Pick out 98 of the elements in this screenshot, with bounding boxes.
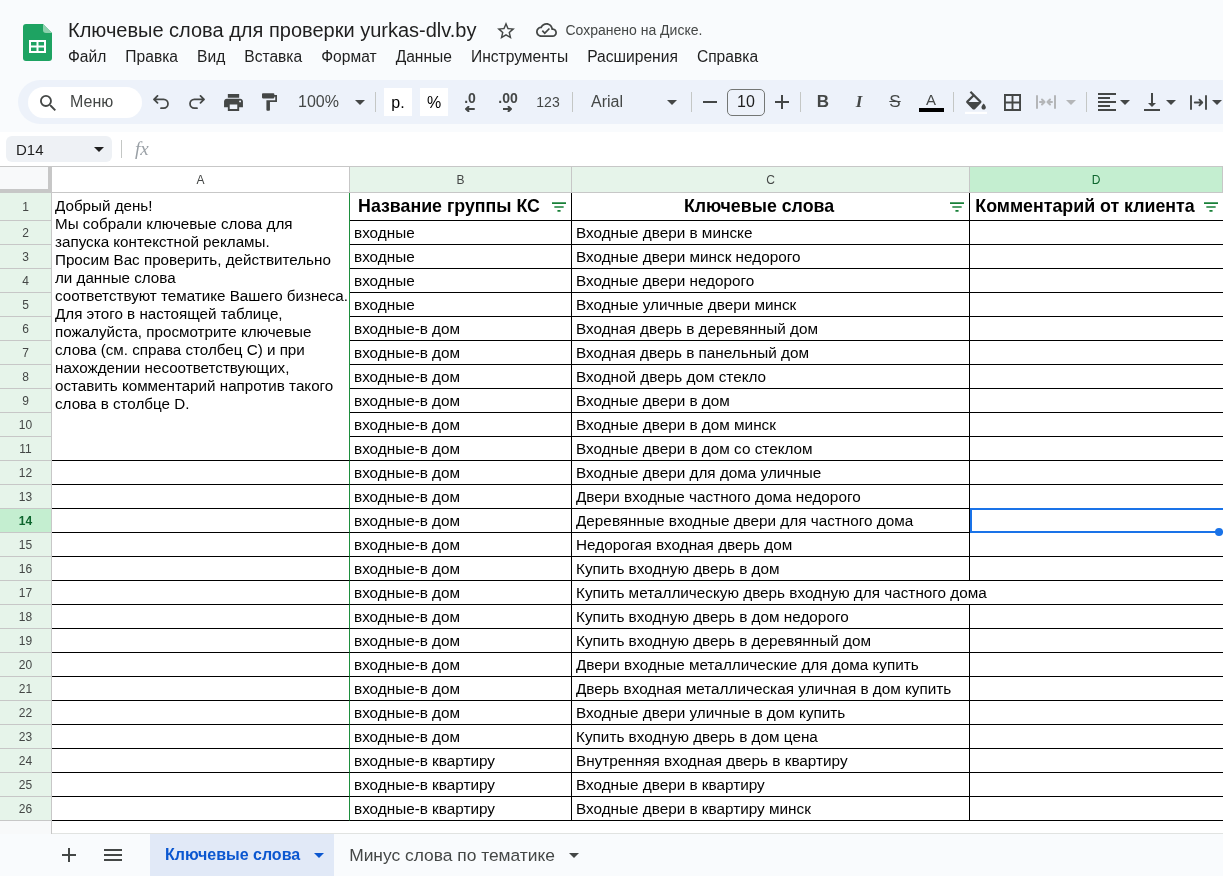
- grid-icon: [1003, 93, 1021, 111]
- filter-icon[interactable]: [552, 201, 566, 212]
- cloud-check-icon: [536, 23, 558, 37]
- caret-icon: [1212, 99, 1222, 105]
- menu-item[interactable]: Инструменты: [470, 48, 569, 66]
- menu-item[interactable]: Правка: [125, 48, 179, 66]
- minus-icon: [703, 101, 717, 103]
- selected-cell[interactable]: [970, 508, 1223, 533]
- fx-label: fx: [135, 138, 149, 160]
- caret-icon: [94, 146, 104, 152]
- menu-icon: [104, 849, 122, 861]
- column-header[interactable]: A: [52, 167, 350, 193]
- increase-decimals-button[interactable]: .00: [492, 88, 524, 116]
- row-header[interactable]: 16: [0, 557, 52, 581]
- sheet-tab[interactable]: Минус слова по тематике: [334, 834, 590, 876]
- column-header[interactable]: D: [970, 167, 1223, 193]
- row-header[interactable]: 7: [0, 341, 52, 365]
- filter-icon[interactable]: [950, 201, 964, 212]
- column-title: Название группы КС: [357, 196, 541, 217]
- row-header[interactable]: 10: [0, 413, 52, 437]
- row-header[interactable]: 22: [0, 701, 52, 725]
- redo-icon: [189, 95, 205, 109]
- fill-handle[interactable]: [1215, 528, 1223, 536]
- zoom-dropdown[interactable]: 100%: [291, 88, 367, 116]
- align-left-icon: [1098, 93, 1116, 111]
- caret-icon: [1166, 99, 1176, 105]
- plus-icon: [775, 95, 789, 109]
- row-header[interactable]: 24: [0, 749, 52, 773]
- row-header[interactable]: 25: [0, 773, 52, 797]
- document-title[interactable]: Ключевые слова для проверки yurkas-dlv.by: [68, 18, 477, 42]
- paint-bucket-icon: [965, 90, 987, 114]
- row-header[interactable]: 18: [0, 605, 52, 629]
- spreadsheet-logo[interactable]: [23, 24, 52, 61]
- menu-item[interactable]: Вставка: [244, 48, 303, 66]
- row-header[interactable]: 8: [0, 365, 52, 389]
- row-header[interactable]: 15: [0, 533, 52, 557]
- italic-button[interactable]: I: [845, 88, 873, 116]
- row-header[interactable]: 26: [0, 797, 52, 821]
- plus-icon: [62, 848, 76, 862]
- name-box[interactable]: D14: [6, 136, 112, 162]
- bold-button[interactable]: B: [809, 88, 837, 116]
- percent-format-button[interactable]: %: [420, 88, 448, 116]
- wrap-icon: [1190, 94, 1207, 110]
- decrease-decimals-button[interactable]: .0: [456, 88, 484, 116]
- column-title: Ключевые слова: [682, 196, 836, 217]
- sheet-tab[interactable]: Ключевые слова: [150, 834, 335, 876]
- column-header[interactable]: B: [350, 167, 572, 193]
- row-header[interactable]: 4: [0, 269, 52, 293]
- swatch-icon: [918, 108, 944, 112]
- menu-item[interactable]: Данные: [395, 48, 452, 66]
- caret-icon: [1066, 99, 1076, 105]
- save-status: Сохранено на Диске.: [565, 22, 703, 38]
- merge-icon: [1036, 95, 1056, 109]
- caret-icon: [355, 99, 365, 105]
- menu-item[interactable]: Расширения: [587, 48, 678, 66]
- column-header[interactable]: C: [572, 167, 970, 193]
- fill-color-button[interactable]: [962, 88, 990, 116]
- row-header[interactable]: 9: [0, 389, 52, 413]
- print-icon: [223, 93, 243, 111]
- row-header[interactable]: 13: [0, 485, 52, 509]
- row-header[interactable]: 2: [0, 221, 52, 245]
- menu-item[interactable]: Файл: [68, 48, 107, 66]
- row-header[interactable]: 20: [0, 653, 52, 677]
- caret-icon: [667, 99, 677, 105]
- strikethrough-button[interactable]: S: [881, 88, 909, 116]
- row-header[interactable]: 12: [0, 461, 52, 485]
- number-format-button[interactable]: 123: [532, 88, 564, 116]
- font-size-field[interactable]: 10: [727, 88, 765, 116]
- menu-item[interactable]: Формат: [321, 48, 377, 66]
- intro-text: Добрый день! Мы собрали ключевые слова для запуска контекстной рекламы. Просим Вас проверить, действительно ли данные слова соответствуют тематике Вашего бизнеса. Для этого в настоящей таблице, пожалуйста, просмотрите ключевые слова (см. справа столбец C) и при нахождении несоответствующих, оставить комментарий напротив такого слова в столбце D.: [55, 197, 349, 413]
- row-header[interactable]: 1: [0, 193, 52, 221]
- menu-item[interactable]: Справка: [696, 48, 759, 66]
- align-bottom-icon: [1144, 93, 1160, 111]
- column-title: Комментарий от клиента: [974, 196, 1196, 217]
- caret-icon: [314, 852, 325, 858]
- undo-icon: [153, 95, 169, 109]
- currency-format-button[interactable]: р.: [384, 88, 412, 116]
- row-header[interactable]: 11: [0, 437, 52, 461]
- paint-roller-icon: [261, 93, 277, 111]
- menu-item[interactable]: Вид: [197, 48, 226, 66]
- menu-search-field[interactable]: Меню: [28, 86, 142, 118]
- font-dropdown[interactable]: Arial: [581, 88, 683, 116]
- caret-icon: [1120, 99, 1130, 105]
- filter-icon[interactable]: [1204, 201, 1218, 212]
- right-arrow-icon: [503, 106, 513, 112]
- left-arrow-icon: [465, 106, 475, 112]
- row-header[interactable]: 6: [0, 317, 52, 341]
- text-color-button[interactable]: A: [917, 88, 945, 116]
- row-header[interactable]: 19: [0, 629, 52, 653]
- row-header[interactable]: 14: [0, 509, 52, 533]
- row-header[interactable]: 3: [0, 245, 52, 269]
- row-header[interactable]: 17: [0, 581, 52, 605]
- row-header[interactable]: 23: [0, 725, 52, 749]
- caret-icon: [569, 852, 580, 858]
- star-icon[interactable]: [497, 21, 516, 39]
- row-header[interactable]: 5: [0, 293, 52, 317]
- search-icon: [40, 94, 56, 111]
- row-header[interactable]: 21: [0, 677, 52, 701]
